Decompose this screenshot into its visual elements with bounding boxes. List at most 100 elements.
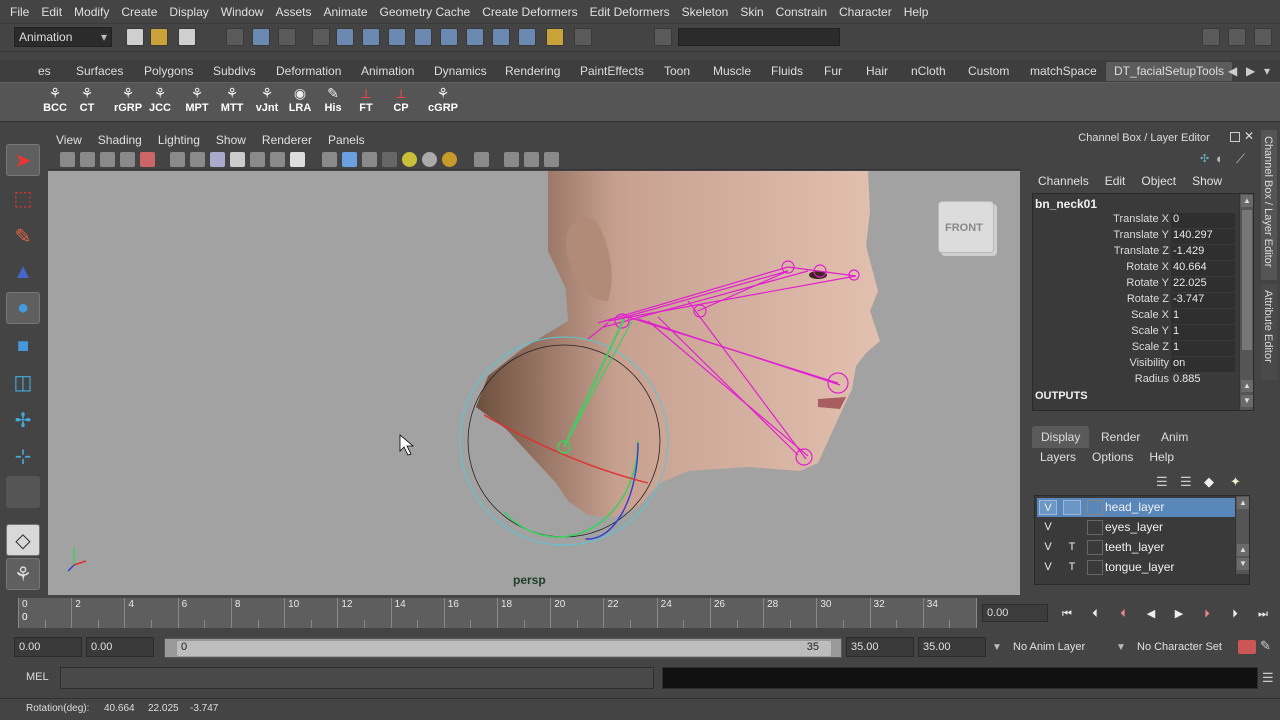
menu-assets[interactable]: Assets: [269, 5, 317, 19]
universal-manipulator-icon[interactable]: ◫: [6, 366, 40, 398]
gate-mask-icon[interactable]: [230, 152, 245, 167]
select-component-icon[interactable]: [278, 28, 296, 46]
wireframe-icon[interactable]: [322, 152, 337, 167]
script-editor-icon[interactable]: ☰: [1262, 670, 1274, 686]
range-slider-handle[interactable]: [177, 641, 831, 656]
shelf-button-cgrp[interactable]: ⚘ cGRP: [428, 85, 458, 119]
shelf-scroll-right-icon[interactable]: ▶: [1246, 62, 1255, 81]
channel-row[interactable]: Rotate Y 22.025: [1033, 277, 1239, 293]
preferences-icon[interactable]: ✎: [1260, 638, 1271, 654]
menu-create[interactable]: Create: [115, 5, 163, 19]
channel-row[interactable]: Scale Z1: [1033, 341, 1239, 357]
half-circle-icon[interactable]: ◐: [1216, 151, 1224, 166]
xray-joints-icon[interactable]: [504, 152, 519, 167]
layer-visibility-toggle[interactable]: V: [1039, 520, 1057, 535]
shelf-button-ft[interactable]: ⟂ FT: [351, 85, 381, 119]
viewport-menu-lighting[interactable]: Lighting: [150, 133, 208, 147]
range-slider[interactable]: 0 35: [164, 638, 842, 658]
input-line-field[interactable]: [678, 28, 840, 46]
shelf-tab-dt-facialsetuptools[interactable]: DT_facialSetupTools: [1106, 62, 1233, 81]
shelf-tab-rendering[interactable]: Rendering: [505, 62, 560, 81]
shelf-tab-dynamics[interactable]: Dynamics: [434, 62, 487, 81]
layer-template-toggle[interactable]: T: [1063, 540, 1081, 555]
scrollbar-thumb[interactable]: [1242, 210, 1252, 350]
shelf-button-his[interactable]: ✎ His: [318, 85, 348, 119]
view-cube[interactable]: FRONT: [938, 201, 994, 253]
layer-template-toggle[interactable]: [1063, 520, 1081, 535]
channel-value-field[interactable]: 1: [1171, 341, 1235, 356]
channel-value-field[interactable]: on: [1171, 357, 1235, 372]
auto-key-icon[interactable]: [1238, 640, 1256, 654]
chevron-down-icon[interactable]: ▼: [1116, 642, 1126, 653]
character-set-dropdown[interactable]: No Character Set: [1132, 637, 1236, 657]
layer-name[interactable]: teeth_layer: [1105, 540, 1164, 554]
layer-row[interactable]: V eyes_layer: [1037, 518, 1235, 537]
camera-attributes-icon[interactable]: [80, 152, 95, 167]
rotate-tool-icon[interactable]: ●: [6, 292, 40, 324]
layer-color-swatch[interactable]: [1087, 560, 1103, 575]
layer-menu-help[interactable]: Help: [1141, 450, 1182, 464]
layer-name[interactable]: tongue_layer: [1105, 560, 1174, 574]
shelf-tab-general[interactable]: es: [38, 62, 51, 81]
scale-tool-icon[interactable]: ■: [6, 330, 40, 362]
soft-modification-icon[interactable]: ✢: [6, 404, 40, 436]
channel-row[interactable]: Translate Y 140.297: [1033, 229, 1239, 245]
layer-name[interactable]: head_layer: [1105, 500, 1164, 514]
use-default-light-icon[interactable]: [402, 152, 417, 167]
side-tab-channel-box[interactable]: Channel Box / Layer Editor: [1261, 130, 1277, 280]
scroll-up-icon[interactable]: ▲: [1237, 544, 1249, 556]
animation-end-field[interactable]: 35.00: [918, 637, 986, 657]
playback-start-field[interactable]: 0.00: [86, 637, 154, 657]
layer-name[interactable]: eyes_layer: [1105, 520, 1163, 534]
film-gate-icon[interactable]: [190, 152, 205, 167]
chevron-down-icon[interactable]: ▼: [992, 642, 1002, 653]
layer-template-toggle[interactable]: T: [1063, 560, 1081, 575]
current-frame-field[interactable]: 0.00: [982, 604, 1048, 622]
menu-constrain[interactable]: Constrain: [770, 5, 833, 19]
shelf-button-cp[interactable]: ⟂ CP: [386, 85, 416, 119]
viewport-menu-panels[interactable]: Panels: [320, 133, 373, 147]
channel-value-field[interactable]: 1: [1171, 309, 1235, 324]
command-line-input[interactable]: [60, 667, 654, 689]
lasso-tool-icon[interactable]: ⬚: [6, 182, 40, 214]
channel-row[interactable]: Scale X1: [1033, 309, 1239, 325]
go-to-end-icon[interactable]: ⏭: [1254, 607, 1272, 621]
mask-joints-icon[interactable]: [362, 28, 380, 46]
shelf-tab-ncloth[interactable]: nCloth: [911, 62, 946, 81]
open-scene-icon[interactable]: [150, 28, 168, 46]
mask-curves-icon[interactable]: [388, 28, 406, 46]
last-tool-icon[interactable]: [6, 476, 40, 508]
textured-icon[interactable]: [442, 152, 457, 167]
shelf-button-rgrp[interactable]: ⚘ rGRP: [113, 85, 143, 119]
layer-list-scrollbar[interactable]: ▲ ▲ ▼: [1235, 496, 1249, 574]
move-tool-icon[interactable]: ▲: [6, 256, 40, 288]
step-forward-key-icon[interactable]: ⏵: [1198, 607, 1216, 621]
channel-row[interactable]: Translate X0: [1033, 213, 1239, 229]
shadows-icon[interactable]: [422, 152, 437, 167]
mask-misc-icon[interactable]: [518, 28, 536, 46]
viewport-menu-show[interactable]: Show: [208, 133, 254, 147]
viewport-menu-view[interactable]: View: [48, 133, 90, 147]
bookmark-icon[interactable]: [100, 152, 115, 167]
scroll-up-icon[interactable]: ▲: [1241, 195, 1253, 207]
shelf-tab-subdivs[interactable]: Subdivs: [213, 62, 256, 81]
menu-set-dropdown[interactable]: Animation: [14, 27, 112, 47]
panel-float-icon[interactable]: [1230, 132, 1240, 142]
layer-tab-anim[interactable]: Anim: [1152, 426, 1197, 448]
perspective-viewport[interactable]: FRONT persp: [48, 171, 1020, 595]
shelf-tab-polygons[interactable]: Polygons: [144, 62, 193, 81]
channel-value-field[interactable]: 1: [1171, 325, 1235, 340]
layer-color-swatch[interactable]: [1087, 500, 1103, 515]
isolate-select-icon[interactable]: [474, 152, 489, 167]
channel-row[interactable]: Rotate X 40.664: [1033, 261, 1239, 277]
shelf-button-mtt[interactable]: ⚘ MTT: [217, 85, 247, 119]
shelf-tab-painteffects[interactable]: PaintEffects: [580, 62, 644, 81]
menu-animate[interactable]: Animate: [317, 5, 373, 19]
channel-row[interactable]: Scale Y1: [1033, 325, 1239, 341]
step-back-key-icon[interactable]: ⏴: [1114, 607, 1132, 621]
resolution-gate-icon[interactable]: [210, 152, 225, 167]
menu-create-deformers[interactable]: Create Deformers: [476, 5, 583, 19]
safe-action-icon[interactable]: [270, 152, 285, 167]
xray-icon[interactable]: [382, 152, 397, 167]
menu-character[interactable]: Character: [833, 5, 898, 19]
